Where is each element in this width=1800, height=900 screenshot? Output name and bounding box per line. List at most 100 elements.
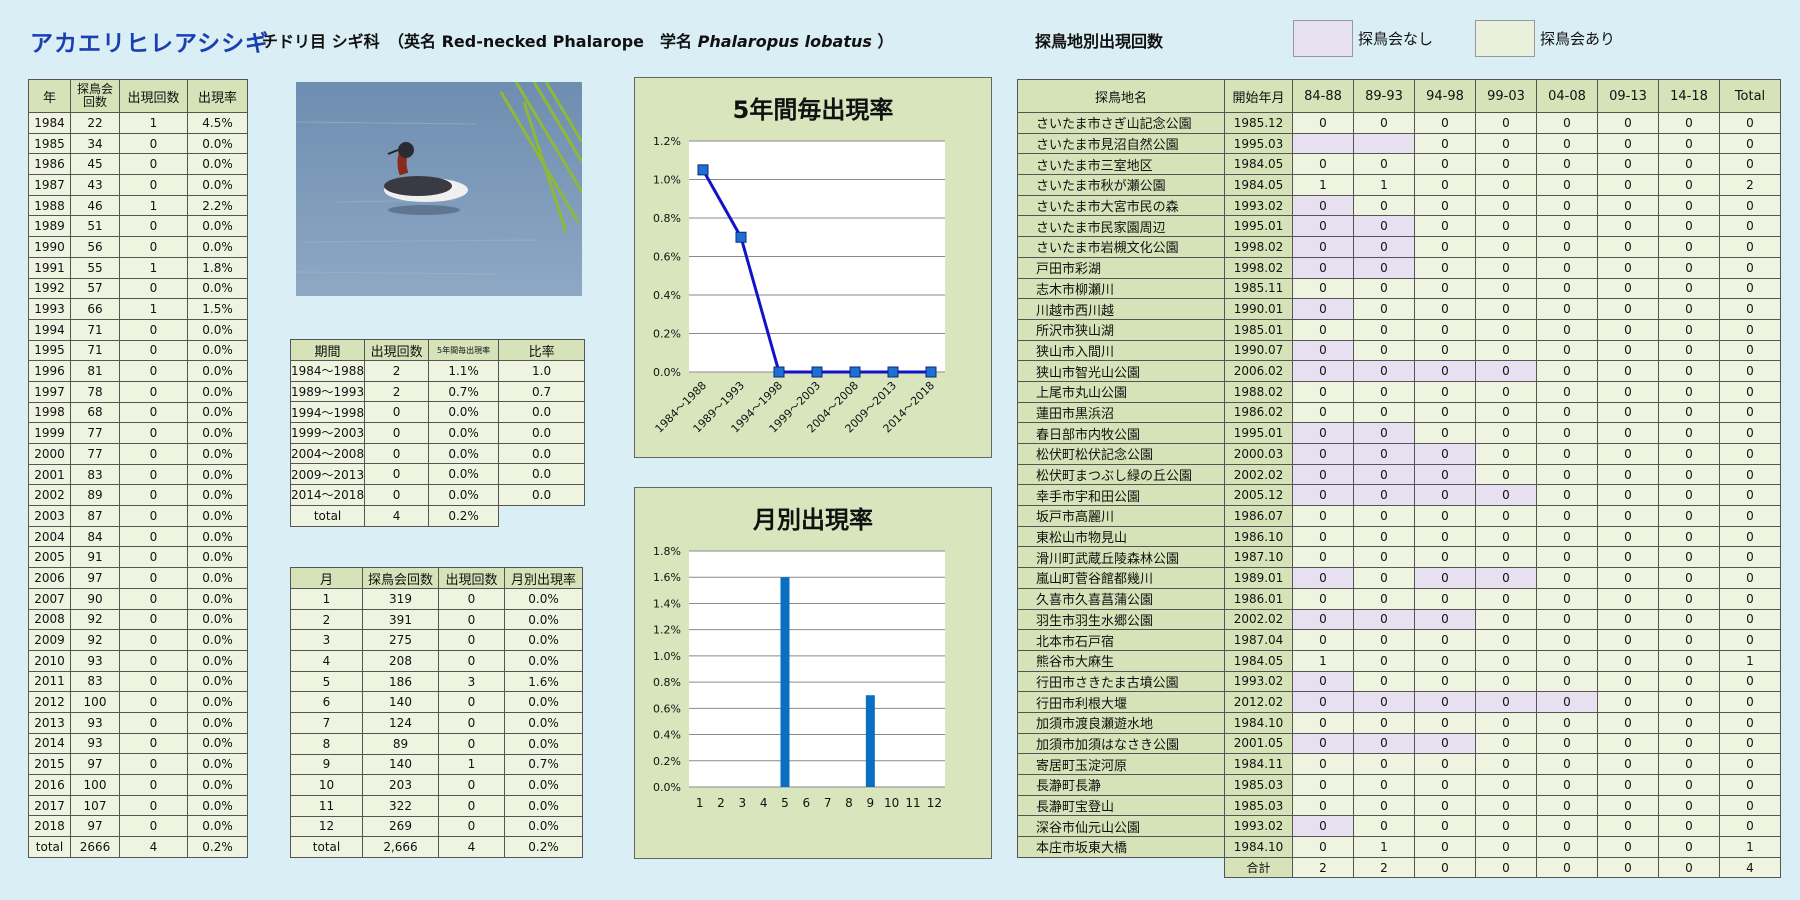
yearly-row: 2008 92 0 0.0% — [28, 608, 248, 631]
site-count-cell: 0 — [1353, 649, 1415, 672]
yearly-cell: 1.5% — [187, 298, 248, 320]
site-name-cell: 深谷市仙元山公園 — [1017, 815, 1225, 838]
site-count-cell: 0 — [1719, 629, 1781, 651]
site-count-cell: 0 — [1475, 236, 1537, 258]
site-count-cell: 0 — [1353, 298, 1415, 320]
sites-total-empty — [1018, 857, 1225, 878]
yearly-cell: 1995 — [28, 339, 71, 362]
site-count-cell: 0 — [1292, 815, 1354, 838]
site-count-cell: 0 — [1597, 174, 1659, 196]
site-count-cell: 0 — [1292, 691, 1354, 713]
site-count-cell: 0 — [1719, 711, 1781, 734]
monthly-cell: 0.0% — [504, 588, 583, 610]
yearly-cell: 34 — [70, 132, 120, 155]
site-count-cell: 0 — [1414, 587, 1476, 610]
monthly-cell: 6 — [290, 691, 363, 714]
bar-chart-x-tick-label: 5 — [781, 796, 789, 810]
site-count-cell: 0 — [1475, 153, 1537, 176]
site-count-cell: 0 — [1658, 236, 1720, 258]
monthly-cell: 5 — [290, 670, 363, 693]
yearly-cell: 2003 — [28, 505, 71, 527]
site-count-cell: 0 — [1597, 463, 1659, 486]
site-start-cell: 1984.10 — [1224, 711, 1293, 734]
monthly-cell: 10 — [290, 774, 363, 796]
yearly-row: 2007 90 0 0.0% — [28, 587, 248, 610]
period-row: 2014～2018 0 0.0% 0.0 — [289, 484, 586, 506]
site-name-cell: 寄居町玉淀河原 — [1017, 753, 1225, 775]
site-count-cell: 0 — [1414, 691, 1476, 713]
site-count-cell: 0 — [1719, 215, 1781, 238]
site-name-cell: 長瀞町宝登山 — [1017, 794, 1225, 817]
site-count-cell: 0 — [1658, 753, 1720, 775]
site-count-cell — [1292, 132, 1354, 155]
yearly-cell: 0 — [119, 711, 188, 734]
site-count-cell: 0 — [1536, 194, 1598, 217]
site-name-cell: 幸手市宇和田公園 — [1017, 484, 1225, 507]
monthly-cell: 3 — [290, 629, 363, 652]
site-count-cell: 0 — [1719, 422, 1781, 444]
sites-total-cell: 2 — [1353, 856, 1415, 879]
yearly-cell: 1996 — [28, 360, 71, 382]
site-count-cell: 0 — [1414, 318, 1476, 341]
site-count-cell: 0 — [1414, 443, 1476, 465]
monthly-chart-title: 月別出現率 — [753, 506, 873, 534]
bar-chart-x-tick-label: 7 — [824, 796, 832, 810]
site-count-cell: 0 — [1658, 298, 1720, 320]
yearly-cell: 1984 — [28, 112, 71, 134]
yearly-cell: 0 — [119, 649, 188, 672]
monthly-bar-chart: 0.0% 0.2% 0.4% 0.6% 0.8% 1.0% 1.2% 1.4% 1.6% 1.8%… — [653, 545, 945, 810]
monthly-cell: 319 — [362, 588, 439, 610]
sites-header-cell: 84-88 — [1292, 79, 1354, 113]
site-count-cell: 0 — [1597, 505, 1659, 527]
yearly-cell: 46 — [70, 194, 120, 217]
yearly-row: 1998 68 0 0.0% — [28, 401, 248, 424]
yearly-cell: 1997 — [28, 380, 71, 403]
yearly-row: 1997 78 0 0.0% — [28, 380, 248, 403]
site-count-cell: 0 — [1536, 401, 1598, 424]
site-row: さいたま市岩槻文化公園 1998.02 0 0 0 0 0 0 0 0 — [1017, 236, 1781, 258]
site-count-cell: 0 — [1658, 836, 1720, 858]
site-count-cell: 0 — [1597, 753, 1659, 775]
site-count-cell: 0 — [1353, 194, 1415, 217]
yearly-cell: 0 — [119, 132, 188, 155]
yearly-cell: 1993 — [28, 298, 71, 320]
yearly-cell: 1 — [119, 256, 188, 279]
period-cell: 1.0 — [498, 360, 586, 382]
yearly-cell: 0.0% — [187, 794, 248, 817]
site-count-cell: 0 — [1414, 360, 1476, 382]
yearly-cell: 4 — [119, 836, 188, 858]
monthly-cell: 140 — [362, 691, 439, 714]
site-row: 坂戸市高麗川 1986.07 0 0 0 0 0 0 0 0 — [1017, 505, 1781, 527]
monthly-cell: 0 — [438, 691, 505, 714]
site-count-cell: 0 — [1353, 815, 1415, 838]
yearly-cell: 0.0% — [187, 691, 248, 713]
monthly-row: 1 319 0 0.0% — [290, 588, 583, 610]
site-start-cell: 2002.02 — [1224, 463, 1293, 486]
bird-photo-image — [296, 82, 582, 296]
site-count-cell: 0 — [1536, 546, 1598, 569]
yearly-cell: 45 — [70, 153, 120, 176]
site-count-cell: 0 — [1353, 505, 1415, 527]
site-count-cell: 0 — [1536, 629, 1598, 651]
yearly-cell: 0.0% — [187, 505, 248, 527]
period-total-cell: 4 — [364, 504, 430, 527]
site-count-cell: 0 — [1658, 587, 1720, 610]
site-count-cell: 0 — [1292, 298, 1354, 320]
yearly-cell: 0 — [119, 443, 188, 465]
site-count-cell: 0 — [1475, 463, 1537, 486]
yearly-cell: 2002 — [28, 484, 71, 507]
site-count-cell: 1 — [1719, 836, 1781, 858]
monthly-cell: 0 — [438, 650, 505, 672]
yearly-cell: 56 — [70, 236, 120, 258]
site-count-cell: 0 — [1536, 112, 1598, 134]
monthly-cell: 0.0% — [504, 815, 583, 838]
yearly-cell: 1988 — [28, 194, 71, 217]
yearly-cell: 0 — [119, 525, 188, 548]
period-total-row: total 4 0.2% — [289, 504, 585, 527]
site-name-cell: 戸田市彩湖 — [1017, 256, 1225, 279]
site-count-cell: 0 — [1536, 711, 1598, 734]
monthly-cell: 203 — [362, 774, 439, 796]
yearly-cell: 0 — [119, 277, 188, 300]
site-start-cell: 1998.02 — [1224, 236, 1293, 258]
site-start-cell: 1993.02 — [1224, 194, 1293, 217]
